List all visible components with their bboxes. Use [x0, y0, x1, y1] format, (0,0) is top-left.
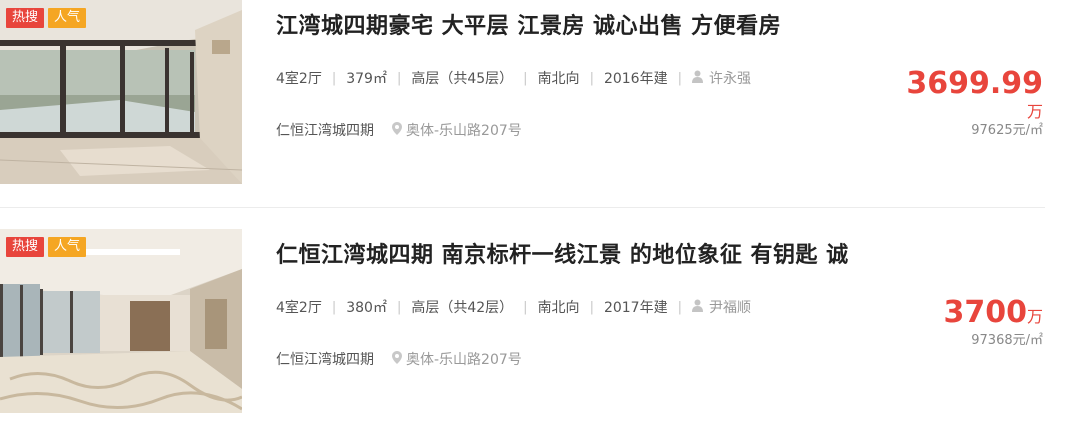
- agent[interactable]: 尹福顺: [691, 297, 751, 317]
- person-icon: [691, 299, 703, 316]
- agent[interactable]: 许永强: [691, 68, 751, 88]
- listing-item[interactable]: 热搜 人气 仁恒江湾城四期 南京标杆一线江景 的地位象征 有钥匙 诚 4室2厅 …: [0, 229, 1080, 419]
- listing-location: 仁恒江湾城四期 奥体-乐山路207号: [276, 349, 522, 369]
- price-unit: 万: [1026, 102, 1043, 121]
- price-block: 3699.99 万 97625元/㎡: [906, 66, 1043, 140]
- unit-price: 97625元/㎡: [971, 123, 1043, 138]
- community-name[interactable]: 仁恒江湾城四期: [276, 349, 374, 369]
- community-name[interactable]: 仁恒江湾城四期: [276, 120, 374, 140]
- listing-meta: 4室2厅 | 380㎡ | 高层（共42层） | 南北向 | 2017年建 | …: [276, 297, 751, 317]
- floor-area: 379㎡: [346, 71, 387, 87]
- listing-meta: 4室2厅 | 379㎡ | 高层（共45层） | 南北向 | 2016年建 | …: [276, 68, 751, 88]
- hot-search-tag: 热搜: [6, 8, 45, 28]
- listing-photo[interactable]: 热搜 人气: [0, 0, 242, 184]
- total-price: 3700: [943, 295, 1027, 330]
- build-year: 2016年建: [603, 71, 668, 87]
- separator: |: [331, 70, 337, 86]
- hot-search-tag: 热搜: [6, 237, 45, 257]
- listing-title[interactable]: 仁恒江湾城四期 南京标杆一线江景 的地位象征 有钥匙 诚: [276, 237, 849, 269]
- listing-photo[interactable]: 热搜 人气: [0, 229, 242, 413]
- popular-tag: 人气: [48, 8, 87, 28]
- agent-name: 尹福顺: [708, 300, 751, 316]
- orientation: 南北向: [537, 300, 580, 316]
- orientation: 南北向: [537, 71, 580, 87]
- floor-area: 380㎡: [346, 300, 387, 316]
- listing-tags: 热搜 人气: [6, 8, 87, 28]
- separator: |: [396, 70, 402, 86]
- address: 奥体-乐山路207号: [392, 120, 522, 140]
- separator: |: [677, 70, 682, 86]
- unit-price: 97368元/㎡: [971, 333, 1043, 348]
- divider: [0, 207, 1045, 208]
- listing-title[interactable]: 江湾城四期豪宅 大平层 江景房 诚心出售 方便看房: [276, 8, 781, 40]
- address-text: 奥体-乐山路207号: [406, 352, 522, 368]
- listing-location: 仁恒江湾城四期 奥体-乐山路207号: [276, 120, 522, 140]
- price-block: 3700万 97368元/㎡: [943, 295, 1043, 351]
- popular-tag: 人气: [48, 237, 87, 257]
- person-icon: [691, 70, 703, 87]
- separator: |: [331, 299, 337, 315]
- separator: |: [396, 299, 402, 315]
- room-layout: 4室2厅: [276, 300, 322, 316]
- separator: |: [677, 299, 682, 315]
- separator: |: [589, 299, 594, 315]
- separator: |: [589, 70, 594, 86]
- address-text: 奥体-乐山路207号: [406, 123, 522, 139]
- separator: |: [523, 299, 528, 315]
- listing-item[interactable]: 热搜 人气 江湾城四期豪宅 大平层 江景房 诚心出售 方便看房 4室2厅 | 3…: [0, 0, 1080, 200]
- room-layout: 4室2厅: [276, 71, 322, 87]
- location-pin-icon: [392, 121, 402, 139]
- agent-name: 许永强: [708, 71, 751, 87]
- location-pin-icon: [392, 350, 402, 368]
- address: 奥体-乐山路207号: [392, 349, 522, 369]
- floor-level: 高层（共45层）: [411, 71, 514, 87]
- listing-tags: 热搜 人气: [6, 237, 87, 257]
- separator: |: [523, 70, 528, 86]
- build-year: 2017年建: [603, 300, 668, 316]
- total-price: 3699.99: [906, 66, 1043, 101]
- floor-level: 高层（共42层）: [411, 300, 514, 316]
- price-unit: 万: [1026, 307, 1043, 326]
